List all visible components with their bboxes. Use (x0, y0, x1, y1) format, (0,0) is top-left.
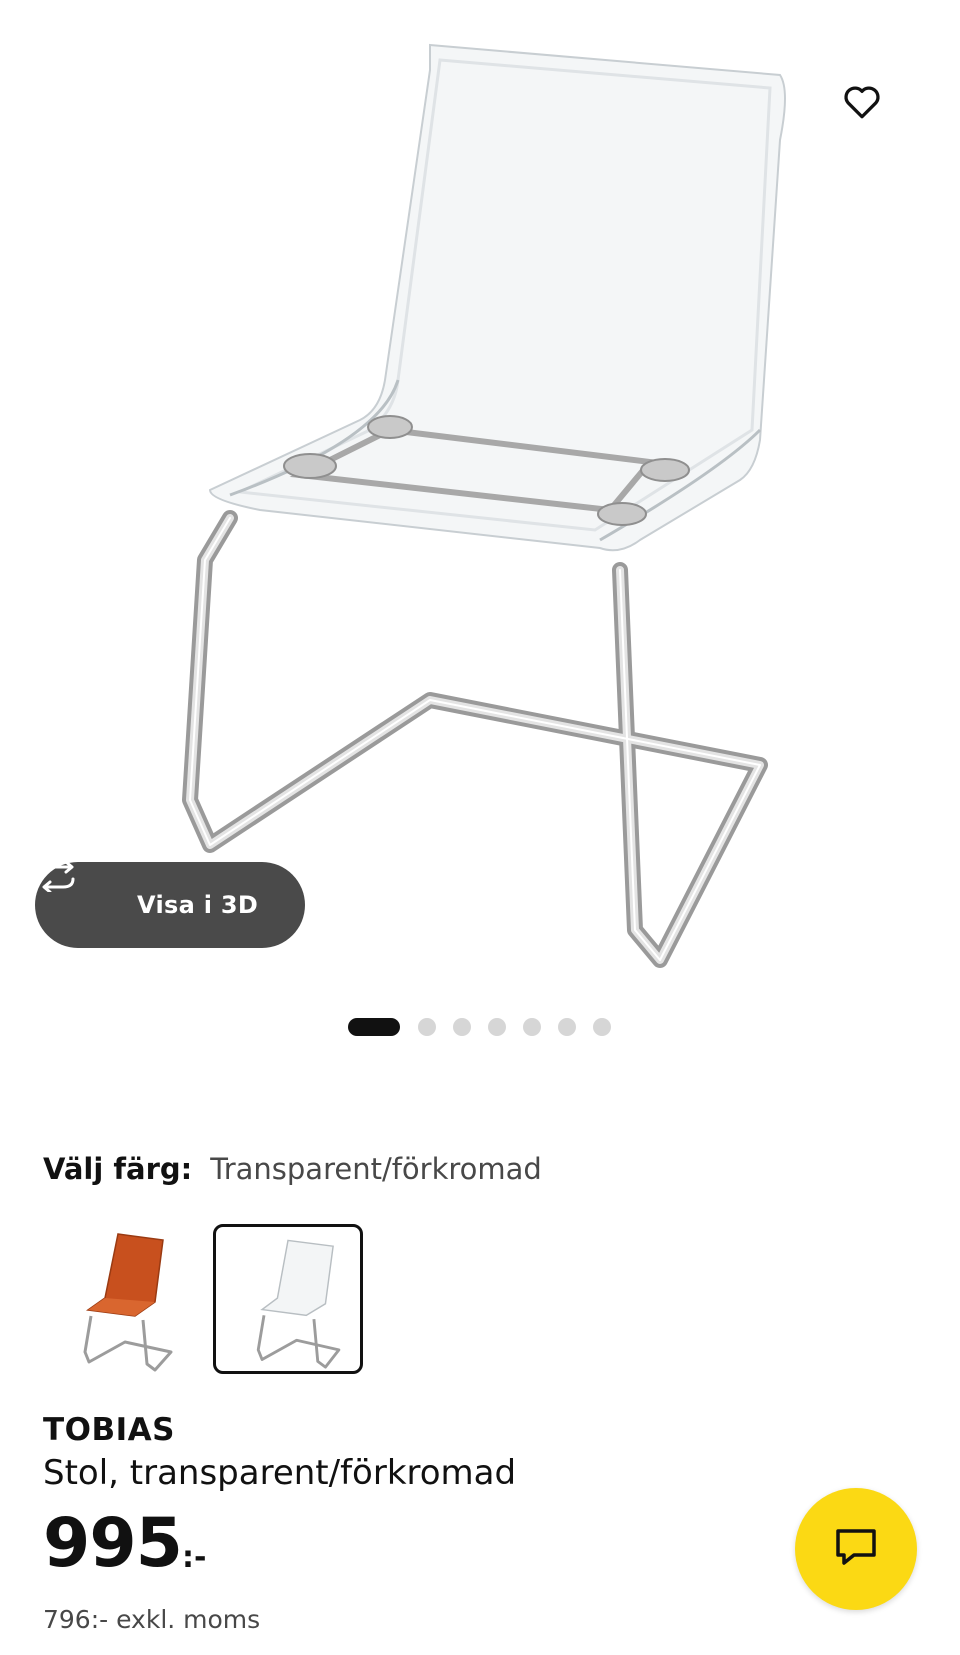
price-amount: 995 (43, 1504, 183, 1583)
view-in-3d-button[interactable]: Visa i 3D (35, 862, 305, 948)
price-excl-vat: 796:- exkl. moms (43, 1605, 261, 1634)
orange-chair-thumbnail (83, 1233, 173, 1372)
pagination-dot[interactable] (523, 1018, 541, 1036)
choose-color-label: Välj färg: (43, 1152, 193, 1186)
pagination-dot[interactable] (488, 1018, 506, 1036)
product-image-gallery[interactable]: Visa i 3D (0, 0, 960, 1000)
view-in-3d-label: Visa i 3D (137, 891, 259, 919)
transparent-chair-thumbnail (256, 1239, 341, 1369)
price-suffix: :- (181, 1540, 207, 1575)
color-selector-label: Välj färg: Transparent/förkromad (43, 1152, 542, 1186)
color-option-orange[interactable] (43, 1224, 193, 1374)
product-price: 995 :- (43, 1510, 206, 1578)
favorite-button[interactable] (842, 84, 902, 144)
product-image (182, 43, 786, 968)
chat-icon (834, 1527, 878, 1571)
rotate-3d-icon (41, 862, 119, 920)
pagination-dot[interactable] (348, 1018, 400, 1036)
pagination-dot[interactable] (558, 1018, 576, 1036)
chat-button[interactable] (795, 1488, 917, 1610)
selected-color-value: Transparent/förkromad (210, 1152, 542, 1186)
pagination-dot[interactable] (453, 1018, 471, 1036)
product-description: Stol, transparent/förkromad (43, 1453, 517, 1493)
pagination-dot[interactable] (593, 1018, 611, 1036)
gallery-pagination (348, 1018, 628, 1036)
product-name: TOBIAS (43, 1412, 175, 1448)
pagination-dot[interactable] (418, 1018, 436, 1036)
color-option-transparent[interactable] (213, 1224, 363, 1374)
